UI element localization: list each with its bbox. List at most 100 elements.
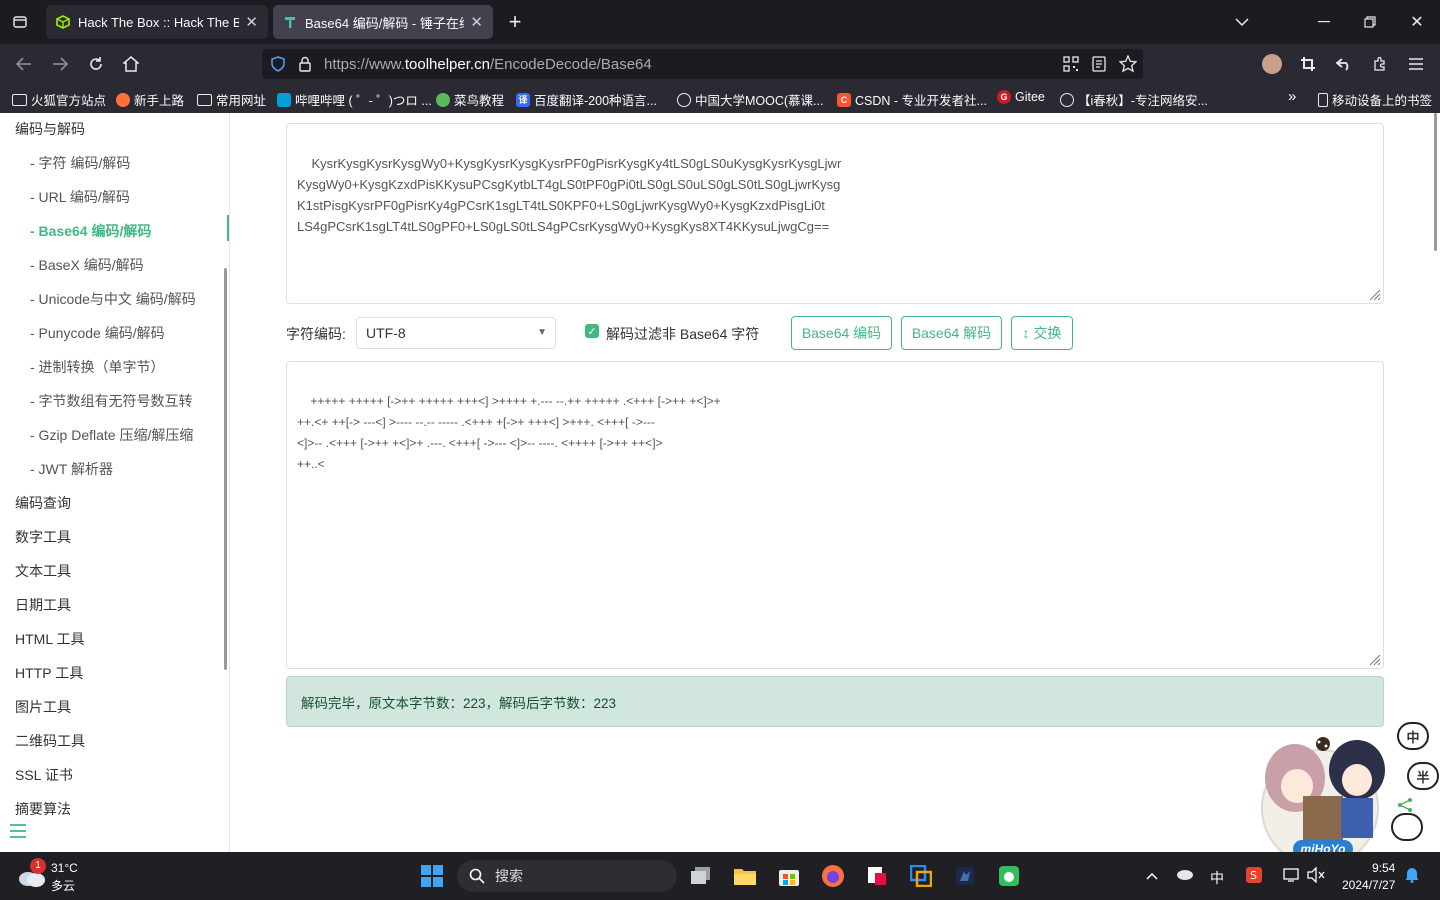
sidebar-scrollbar[interactable] [224, 268, 227, 670]
tab-list-icon[interactable] [8, 10, 32, 34]
lock-icon[interactable] [298, 56, 312, 72]
green-app-icon[interactable] [997, 864, 1021, 888]
sidebar-item-url[interactable]: - URL 编码/解码 [30, 187, 130, 207]
forward-icon[interactable] [48, 52, 72, 76]
sidebar-item-basex[interactable]: - BaseX 编码/解码 [30, 255, 144, 275]
sidebar-group-image-tools[interactable]: 图片工具 [15, 697, 71, 717]
file-explorer-icon[interactable] [733, 864, 757, 888]
kali-dragon-icon[interactable] [953, 864, 977, 888]
home-icon[interactable] [119, 52, 143, 76]
qr-code-icon[interactable] [1063, 56, 1079, 72]
mobile-bookmarks[interactable]: 移动设备上的书签 [1318, 90, 1432, 109]
profile-avatar-icon[interactable] [1262, 54, 1282, 74]
bookmark-label: 常用网址 [216, 94, 267, 108]
sidebar-group-date-tools[interactable]: 日期工具 [15, 595, 71, 615]
sidebar-item-radix[interactable]: - 进制转换（单字节） [30, 357, 165, 377]
base64-encode-button[interactable]: Base64 编码 [791, 316, 892, 350]
sidebar-item-char[interactable]: - 字符 编码/解码 [30, 153, 130, 173]
bookmark-item[interactable]: 新手上路 [116, 90, 184, 109]
sidebar-item-byte-array[interactable]: - 字节数组有无符号数互转 [30, 391, 193, 411]
chevron-down-icon[interactable] [1230, 10, 1254, 34]
task-view-icon[interactable] [689, 864, 713, 888]
back-icon[interactable] [12, 52, 36, 76]
sidebar-item-unicode[interactable]: - Unicode与中文 编码/解码 [30, 289, 196, 309]
chat-bubble-icon[interactable] [1391, 813, 1423, 841]
base64-output-textarea[interactable]: +++++ +++++ [->++ +++++ +++<] >++++ +.--… [286, 361, 1384, 669]
hamburger-menu-icon[interactable] [10, 824, 26, 838]
bookmark-item[interactable]: 中国大学MOOC(慕课... [677, 90, 823, 109]
bookmark-item[interactable]: 【i春秋】-专注网络安... [1060, 90, 1208, 109]
sidebar-group-html-tools[interactable]: HTML 工具 [15, 629, 84, 649]
share-icon[interactable] [1397, 797, 1413, 813]
reader-view-icon[interactable] [1091, 56, 1107, 72]
minimize-icon[interactable] [1312, 10, 1336, 34]
bookmark-item[interactable]: C CSDN - 专业开发者社... [837, 90, 987, 109]
sidebar-group-ssl-cert[interactable]: SSL 证书 [15, 765, 73, 785]
clock-time[interactable]: 9:54 [1372, 861, 1395, 875]
bookmark-item[interactable]: 火狐官方站点 [12, 90, 106, 109]
halfwidth-bubble-icon[interactable]: 半 [1407, 762, 1439, 790]
sidebar-item-base64[interactable]: - Base64 编码/解码 [30, 221, 151, 241]
active-item-marker [227, 215, 229, 241]
taskbar-search[interactable]: 搜索 [457, 860, 677, 892]
bookmark-item[interactable]: 译百度翻译-200种语言... [516, 90, 657, 109]
shield-icon[interactable] [270, 56, 286, 72]
undo-icon[interactable] [1332, 52, 1356, 76]
tab-hack-the-box[interactable]: Hack The Box :: Hack The Box ✕ [46, 5, 268, 39]
close-tab-icon[interactable]: ✕ [245, 13, 258, 31]
sidebar-section-encode-decode[interactable]: 编码与解码 [15, 119, 85, 139]
vmware-icon[interactable] [909, 864, 933, 888]
weather-widget[interactable]: 1 31°C 多云 [16, 858, 136, 894]
mascot-widget[interactable]: miHoYo 中 半 [1245, 718, 1440, 867]
bookmark-item[interactable]: G Gitee [997, 90, 1045, 104]
restore-icon[interactable] [1358, 10, 1382, 34]
sidebar-group-digest[interactable]: 摘要算法 [15, 799, 71, 819]
reload-icon[interactable] [84, 52, 108, 76]
bookmark-item[interactable]: 哔哩哔哩 ( ゜- ゜)つロ ... [277, 90, 432, 109]
speaker-muted-icon[interactable] [1307, 866, 1325, 886]
filter-checkbox[interactable]: ✓ [585, 324, 599, 338]
sidebar-group-number-tools[interactable]: 数字工具 [15, 527, 71, 547]
firefox-icon[interactable] [821, 864, 845, 888]
sidebar-item-punycode[interactable]: - Punycode 编码/解码 [30, 323, 165, 343]
base64-decode-button[interactable]: Base64 解码 [901, 316, 1002, 350]
close-window-icon[interactable]: ✕ [1405, 10, 1429, 34]
sidebar-group-text-tools[interactable]: 文本工具 [15, 561, 71, 581]
page-scrollbar[interactable] [1434, 113, 1437, 251]
clock-date[interactable]: 2024/7/27 [1342, 878, 1395, 892]
crop-icon[interactable] [1296, 52, 1320, 76]
bookmark-star-icon[interactable] [1118, 54, 1138, 73]
chevron-up-icon[interactable] [1146, 867, 1158, 883]
more-bookmarks-icon[interactable]: » [1288, 88, 1296, 105]
windows-start-icon[interactable] [420, 864, 444, 888]
language-bubble-icon[interactable]: 中 [1397, 722, 1429, 750]
sidebar-item-gzip[interactable]: - Gzip Deflate 压缩/解压缩 [30, 425, 193, 445]
snipping-tool-icon[interactable] [865, 864, 889, 888]
address-bar[interactable]: https://www.toolhelper.cn/EncodeDecode/B… [262, 49, 1143, 79]
tab-base64[interactable]: Base64 编码/解码 - 锤子在线工具 ✕ [273, 5, 493, 39]
extensions-icon[interactable] [1368, 52, 1392, 76]
swap-button[interactable]: ↕ 交换 [1011, 316, 1073, 350]
sidebar-item-jwt[interactable]: - JWT 解析器 [30, 459, 113, 479]
onedrive-cloud-icon[interactable] [1176, 867, 1194, 883]
notification-bell-icon[interactable] [1405, 867, 1419, 886]
baidu-translate-icon: 译 [516, 92, 530, 107]
sogou-ime-icon[interactable]: S [1246, 867, 1262, 886]
bookmark-item[interactable]: 菜鸟教程 [436, 90, 504, 109]
filter-label[interactable]: 解码过滤非 Base64 字符 [606, 324, 759, 344]
new-tab-icon[interactable]: + [503, 9, 527, 34]
resize-grip-icon[interactable] [1369, 654, 1381, 666]
bookmark-item[interactable]: 常用网址 [197, 90, 266, 109]
charset-select[interactable]: UTF-8 ▼ [356, 317, 556, 349]
sidebar-group-encoding-query[interactable]: 编码查询 [15, 493, 71, 513]
resize-grip-icon[interactable] [1369, 289, 1381, 301]
sidebar-group-http-tools[interactable]: HTTP 工具 [15, 663, 83, 683]
base64-input-textarea[interactable]: KysrKysgKysrKysgWy0+KysgKysrKysgKysrPF0g… [286, 123, 1384, 304]
ime-indicator[interactable]: 中 [1210, 868, 1224, 888]
sidebar-group-qrcode-tools[interactable]: 二维码工具 [15, 731, 85, 751]
menu-icon[interactable] [1404, 52, 1428, 76]
network-icon[interactable] [1283, 867, 1301, 886]
url-text[interactable]: https://www.toolhelper.cn/EncodeDecode/B… [324, 56, 652, 73]
close-tab-icon[interactable]: ✕ [470, 13, 483, 31]
microsoft-store-icon[interactable] [777, 864, 801, 888]
